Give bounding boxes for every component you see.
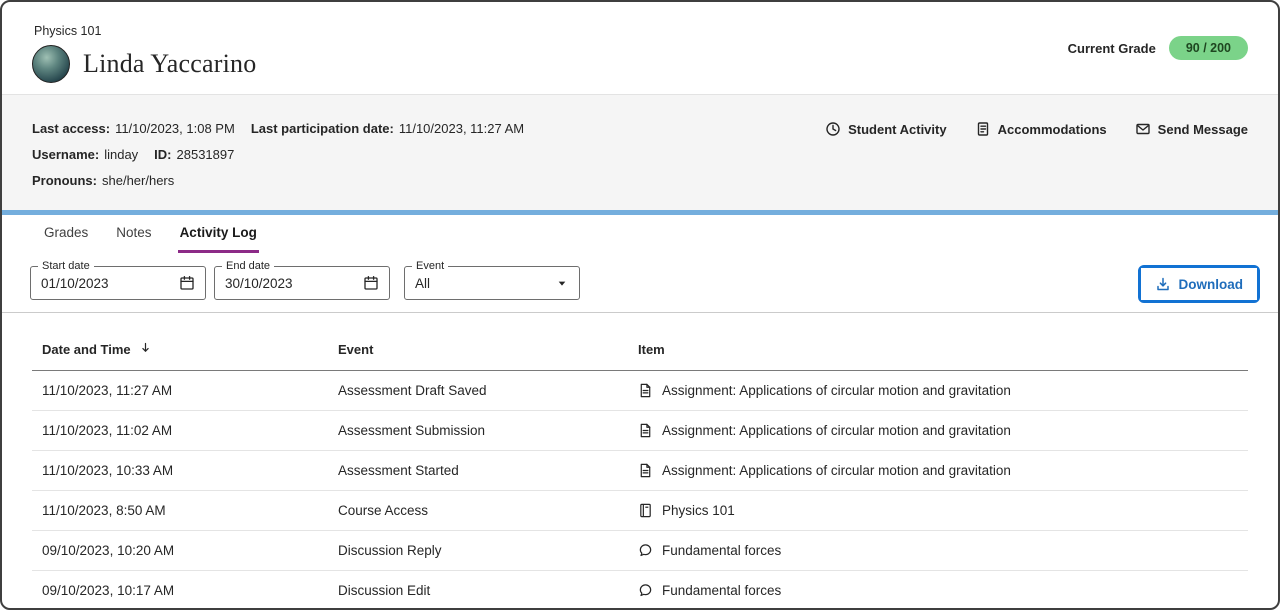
course-icon bbox=[638, 503, 653, 518]
download-icon bbox=[1155, 276, 1171, 292]
end-date-field: End date bbox=[214, 266, 390, 300]
send-message-button[interactable]: Send Message bbox=[1135, 121, 1248, 137]
tab-notes[interactable]: Notes bbox=[114, 215, 153, 253]
current-grade: Current Grade 90 / 200 bbox=[1068, 35, 1248, 61]
assignment-icon bbox=[638, 383, 653, 398]
row-datetime: 11/10/2023, 11:27 AM bbox=[32, 371, 328, 411]
row-event: Assessment Draft Saved bbox=[328, 371, 628, 411]
chevron-down-icon bbox=[555, 276, 569, 290]
row-item: Fundamental forces bbox=[628, 531, 1248, 571]
tab-grades[interactable]: Grades bbox=[42, 215, 90, 253]
assignment-icon bbox=[638, 423, 653, 438]
download-label: Download bbox=[1179, 277, 1244, 292]
discussion-icon bbox=[638, 583, 653, 598]
header: Physics 101 Linda Yaccarino Current Grad… bbox=[2, 2, 1278, 94]
start-date-input[interactable] bbox=[41, 276, 171, 291]
row-item-label: Assignment: Applications of circular mot… bbox=[662, 463, 1011, 478]
last-access-label: Last access: bbox=[32, 121, 110, 136]
calendar-icon[interactable] bbox=[363, 275, 379, 291]
row-item-label: Fundamental forces bbox=[662, 583, 781, 598]
row-item-label: Assignment: Applications of circular mot… bbox=[662, 423, 1011, 438]
table-row: 11/10/2023, 11:27 AMAssessment Draft Sav… bbox=[32, 371, 1248, 411]
row-datetime: 09/10/2023, 10:17 AM bbox=[32, 571, 328, 610]
last-participation-label: Last participation date: bbox=[251, 121, 394, 136]
username-value: linday bbox=[104, 147, 138, 162]
end-date-input[interactable] bbox=[225, 276, 355, 291]
clock-icon bbox=[825, 121, 841, 137]
activity-table-body: 11/10/2023, 11:27 AMAssessment Draft Sav… bbox=[32, 371, 1248, 610]
table-row: 09/10/2023, 10:17 AMDiscussion Edit Fund… bbox=[32, 571, 1248, 610]
activity-table: Date and Time Event Item 11/10/2023, 11:… bbox=[32, 329, 1248, 610]
start-date-label: Start date bbox=[38, 260, 94, 272]
accommodations-label: Accommodations bbox=[998, 122, 1107, 137]
student-activity-button[interactable]: Student Activity bbox=[825, 121, 946, 137]
course-name: Physics 101 bbox=[34, 24, 256, 38]
accommodations-button[interactable]: Accommodations bbox=[975, 121, 1107, 137]
row-datetime: 11/10/2023, 10:33 AM bbox=[32, 451, 328, 491]
row-event: Discussion Reply bbox=[328, 531, 628, 571]
calendar-icon[interactable] bbox=[179, 275, 195, 291]
table-row: 11/10/2023, 10:33 AMAssessment Started A… bbox=[32, 451, 1248, 491]
event-select-value: All bbox=[415, 276, 547, 291]
envelope-icon bbox=[1135, 121, 1151, 137]
row-event: Course Access bbox=[328, 491, 628, 531]
id-value: 28531897 bbox=[177, 147, 235, 162]
table-header-row: Date and Time Event Item bbox=[32, 329, 1248, 371]
column-header-item: Item bbox=[628, 329, 1248, 371]
row-item: Assignment: Applications of circular mot… bbox=[628, 411, 1248, 451]
end-date-label: End date bbox=[222, 260, 274, 272]
activity-log-section: Date and Time Event Item 11/10/2023, 11:… bbox=[2, 313, 1278, 610]
table-row: 09/10/2023, 10:20 AMDiscussion Reply Fun… bbox=[32, 531, 1248, 571]
sort-descending-icon[interactable] bbox=[139, 341, 152, 357]
pronouns-label: Pronouns: bbox=[32, 173, 97, 188]
event-select-label: Event bbox=[412, 260, 448, 272]
event-select[interactable]: Event All bbox=[404, 266, 580, 300]
info-line-pronouns: Pronouns: she/her/hers bbox=[32, 173, 1248, 189]
row-item-label: Fundamental forces bbox=[662, 543, 781, 558]
student-info-bar: Last access: 11/10/2023, 1:08 PM Last par… bbox=[2, 94, 1278, 210]
row-item: Fundamental forces bbox=[628, 571, 1248, 610]
current-grade-label: Current Grade bbox=[1068, 41, 1156, 56]
last-participation-value: 11/10/2023, 11:27 AM bbox=[399, 121, 524, 136]
student-activity-label: Student Activity bbox=[848, 122, 946, 137]
tab-bar: Grades Notes Activity Log bbox=[2, 215, 1278, 253]
download-button[interactable]: Download bbox=[1141, 268, 1258, 300]
column-header-datetime-label: Date and Time bbox=[42, 342, 131, 357]
grade-badge: 90 / 200 bbox=[1169, 36, 1248, 60]
row-item: Assignment: Applications of circular mot… bbox=[628, 451, 1248, 491]
info-actions: Student Activity Accommodations Send bbox=[825, 121, 1248, 137]
accommodations-icon bbox=[975, 121, 991, 137]
download-highlight-annotation: Download bbox=[1138, 265, 1261, 303]
table-row: 11/10/2023, 8:50 AMCourse Access Physics… bbox=[32, 491, 1248, 531]
username-label: Username: bbox=[32, 147, 99, 162]
column-header-datetime[interactable]: Date and Time bbox=[32, 329, 328, 371]
row-item-label: Physics 101 bbox=[662, 503, 735, 518]
column-header-event: Event bbox=[328, 329, 628, 371]
row-item: Assignment: Applications of circular mot… bbox=[628, 371, 1248, 411]
student-profile-window: Physics 101 Linda Yaccarino Current Grad… bbox=[0, 0, 1280, 610]
avatar bbox=[32, 45, 70, 83]
pronouns-value: she/her/hers bbox=[102, 173, 174, 188]
student-name: Linda Yaccarino bbox=[83, 49, 256, 79]
id-label: ID: bbox=[154, 147, 171, 162]
row-item-label: Assignment: Applications of circular mot… bbox=[662, 383, 1011, 398]
row-datetime: 11/10/2023, 11:02 AM bbox=[32, 411, 328, 451]
tab-activity-log[interactable]: Activity Log bbox=[178, 215, 259, 253]
assignment-icon bbox=[638, 463, 653, 478]
table-row: 11/10/2023, 11:02 AMAssessment Submissio… bbox=[32, 411, 1248, 451]
row-item: Physics 101 bbox=[628, 491, 1248, 531]
start-date-field: Start date bbox=[30, 266, 206, 300]
discussion-icon bbox=[638, 543, 653, 558]
row-datetime: 09/10/2023, 10:20 AM bbox=[32, 531, 328, 571]
row-datetime: 11/10/2023, 8:50 AM bbox=[32, 491, 328, 531]
row-event: Assessment Started bbox=[328, 451, 628, 491]
send-message-label: Send Message bbox=[1158, 122, 1248, 137]
header-left: Physics 101 Linda Yaccarino bbox=[32, 16, 256, 94]
row-event: Discussion Edit bbox=[328, 571, 628, 610]
row-event: Assessment Submission bbox=[328, 411, 628, 451]
filter-bar: Start date End date Event All bbox=[2, 253, 1278, 313]
info-line-username: Username: linday ID: 28531897 bbox=[32, 147, 1248, 163]
last-access-value: 11/10/2023, 1:08 PM bbox=[115, 121, 235, 136]
